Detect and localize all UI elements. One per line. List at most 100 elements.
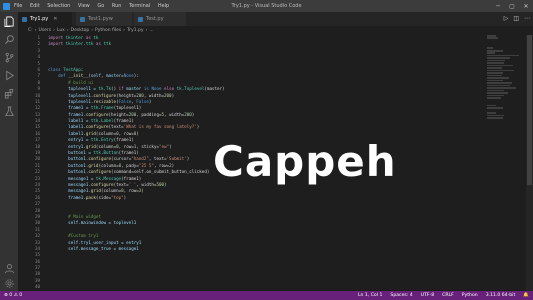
- code-token: toplevel1.: [48, 98, 94, 104]
- python-interpreter-status[interactable]: 3.11.0 64-bit: [486, 293, 516, 298]
- bell-icon[interactable]: 🔔: [523, 293, 529, 298]
- minimap-line: [487, 52, 496, 54]
- python-file-icon: [138, 16, 143, 22]
- menu-edit[interactable]: Edit: [30, 3, 40, 9]
- split-editor-icon[interactable]: ◫: [513, 15, 519, 22]
- minimize-button[interactable]: ─: [491, 0, 505, 12]
- language-mode-status[interactable]: Python: [462, 293, 478, 298]
- breadcrumb-item[interactable]: Try1.py: [127, 28, 143, 33]
- minimap-line: [487, 49, 504, 52]
- python-file-icon: [22, 16, 27, 22]
- title-bar: File Edit Selection View Go Run Terminal…: [0, 0, 533, 12]
- explorer-icon[interactable]: [3, 15, 15, 27]
- testing-icon[interactable]: [3, 105, 15, 117]
- code-token: Label: [100, 118, 114, 124]
- code-token: ): [191, 111, 195, 117]
- code-token: , pady=: [121, 162, 139, 168]
- code-token: # Main widget: [48, 213, 101, 219]
- source-control-icon[interactable]: [3, 51, 15, 63]
- minimap-line: [487, 116, 504, 119]
- minimap-line: [487, 54, 519, 57]
- vertical-scrollbar[interactable]: [526, 35, 533, 291]
- code-token: Toplevel: [184, 86, 205, 92]
- minimap-line: [487, 62, 504, 64]
- minimap-line: [487, 89, 504, 92]
- chevron-right-icon: ›: [53, 28, 55, 33]
- manage-gear-icon[interactable]: [3, 277, 15, 289]
- chevron-right-icon: ›: [66, 28, 69, 33]
- menu-file[interactable]: File: [14, 3, 22, 9]
- chevron-right-icon: ›: [123, 28, 126, 33]
- code-token: 500: [156, 181, 165, 187]
- menu-go[interactable]: Go: [97, 3, 104, 9]
- code-token: import: [48, 35, 66, 40]
- line-ending-status[interactable]: CRLF: [442, 293, 454, 298]
- menu-help[interactable]: Help: [158, 3, 169, 9]
- code-token: # build ui: [48, 79, 94, 85]
- code-line[interactable]: [48, 284, 488, 290]
- code-token: 200: [184, 111, 192, 117]
- account-icon[interactable]: [3, 262, 15, 274]
- minimap-line: [487, 77, 510, 79]
- code-token: ): [148, 98, 152, 104]
- minimap-line: [487, 67, 503, 69]
- breadcrumb-item[interactable]: Python files: [95, 28, 121, 33]
- code-token: 'Submit': [166, 156, 187, 162]
- code-token: grid: [88, 162, 99, 168]
- code-token: message1 =: [48, 175, 96, 181]
- code-token: (frame1): [121, 175, 142, 181]
- menu-terminal[interactable]: Terminal: [129, 3, 150, 9]
- breadcrumb-item[interactable]: Lux: [57, 28, 65, 33]
- code-token: ): [136, 130, 139, 136]
- problems-status[interactable]: ⊗ 0 ⚠ 0: [4, 293, 22, 298]
- code-token: , row=: [153, 162, 170, 168]
- code-token: ): [171, 92, 175, 98]
- code-token: , width=: [164, 111, 185, 117]
- close-window-button[interactable]: ✕: [519, 0, 533, 12]
- code-token: configure: [88, 169, 112, 175]
- tab-test1[interactable]: Test1.pyw: [76, 12, 132, 26]
- code-token: configure: [85, 124, 109, 130]
- menu-selection[interactable]: Selection: [47, 3, 70, 9]
- code-token: tk: [93, 35, 99, 40]
- run-debug-icon[interactable]: [3, 69, 15, 81]
- breadcrumb-item[interactable]: Users: [38, 28, 51, 33]
- code-token: , row=: [118, 143, 134, 149]
- code-token: 200: [136, 92, 144, 98]
- minimap-line: [487, 35, 496, 37]
- minimap-line: [487, 94, 505, 97]
- tab-try1[interactable]: Try1.py ✕: [18, 12, 72, 26]
- code-token: as: [95, 41, 104, 47]
- more-actions-icon[interactable]: ⋯: [524, 15, 530, 22]
- code-token: "ew": [159, 143, 170, 149]
- code-token: configure: [93, 92, 117, 98]
- code-token: button1.: [48, 169, 89, 175]
- breadcrumb-item[interactable]: C:: [28, 28, 33, 33]
- code-token: (toplevel1): [113, 105, 142, 111]
- code-token: resizable: [93, 98, 117, 104]
- encoding-status[interactable]: UTF-8: [421, 293, 434, 298]
- minimap-line: [487, 97, 501, 99]
- chevron-right-icon: ›: [34, 28, 37, 33]
- code-token: Button: [103, 150, 119, 156]
- code-token: "hand2": [131, 156, 149, 162]
- code-token: def: [48, 73, 69, 79]
- code-token: "25 5": [138, 162, 154, 168]
- tab-test[interactable]: Test.py: [134, 12, 186, 26]
- search-icon[interactable]: [3, 33, 15, 45]
- code-token: (column=: [100, 188, 122, 194]
- indentation-status[interactable]: Spaces: 4: [390, 293, 412, 298]
- breadcrumb-item[interactable]: Desktop: [71, 28, 90, 33]
- maximize-button[interactable]: ▢: [505, 0, 519, 12]
- extensions-icon[interactable]: [3, 87, 15, 99]
- cursor-position[interactable]: Ln 1, Col 1: [358, 293, 382, 298]
- scrollbar-thumb[interactable]: [527, 35, 532, 185]
- minimap[interactable]: [487, 35, 525, 195]
- menu-run[interactable]: Run: [112, 3, 122, 9]
- close-tab-icon[interactable]: ✕: [53, 16, 57, 22]
- run-file-icon[interactable]: ▷: [504, 15, 509, 22]
- menu-view[interactable]: View: [78, 3, 90, 9]
- breadcrumb-item[interactable]: ...: [149, 28, 153, 33]
- code-token: toplevel1.: [48, 92, 94, 98]
- code-token: , width=: [143, 92, 165, 98]
